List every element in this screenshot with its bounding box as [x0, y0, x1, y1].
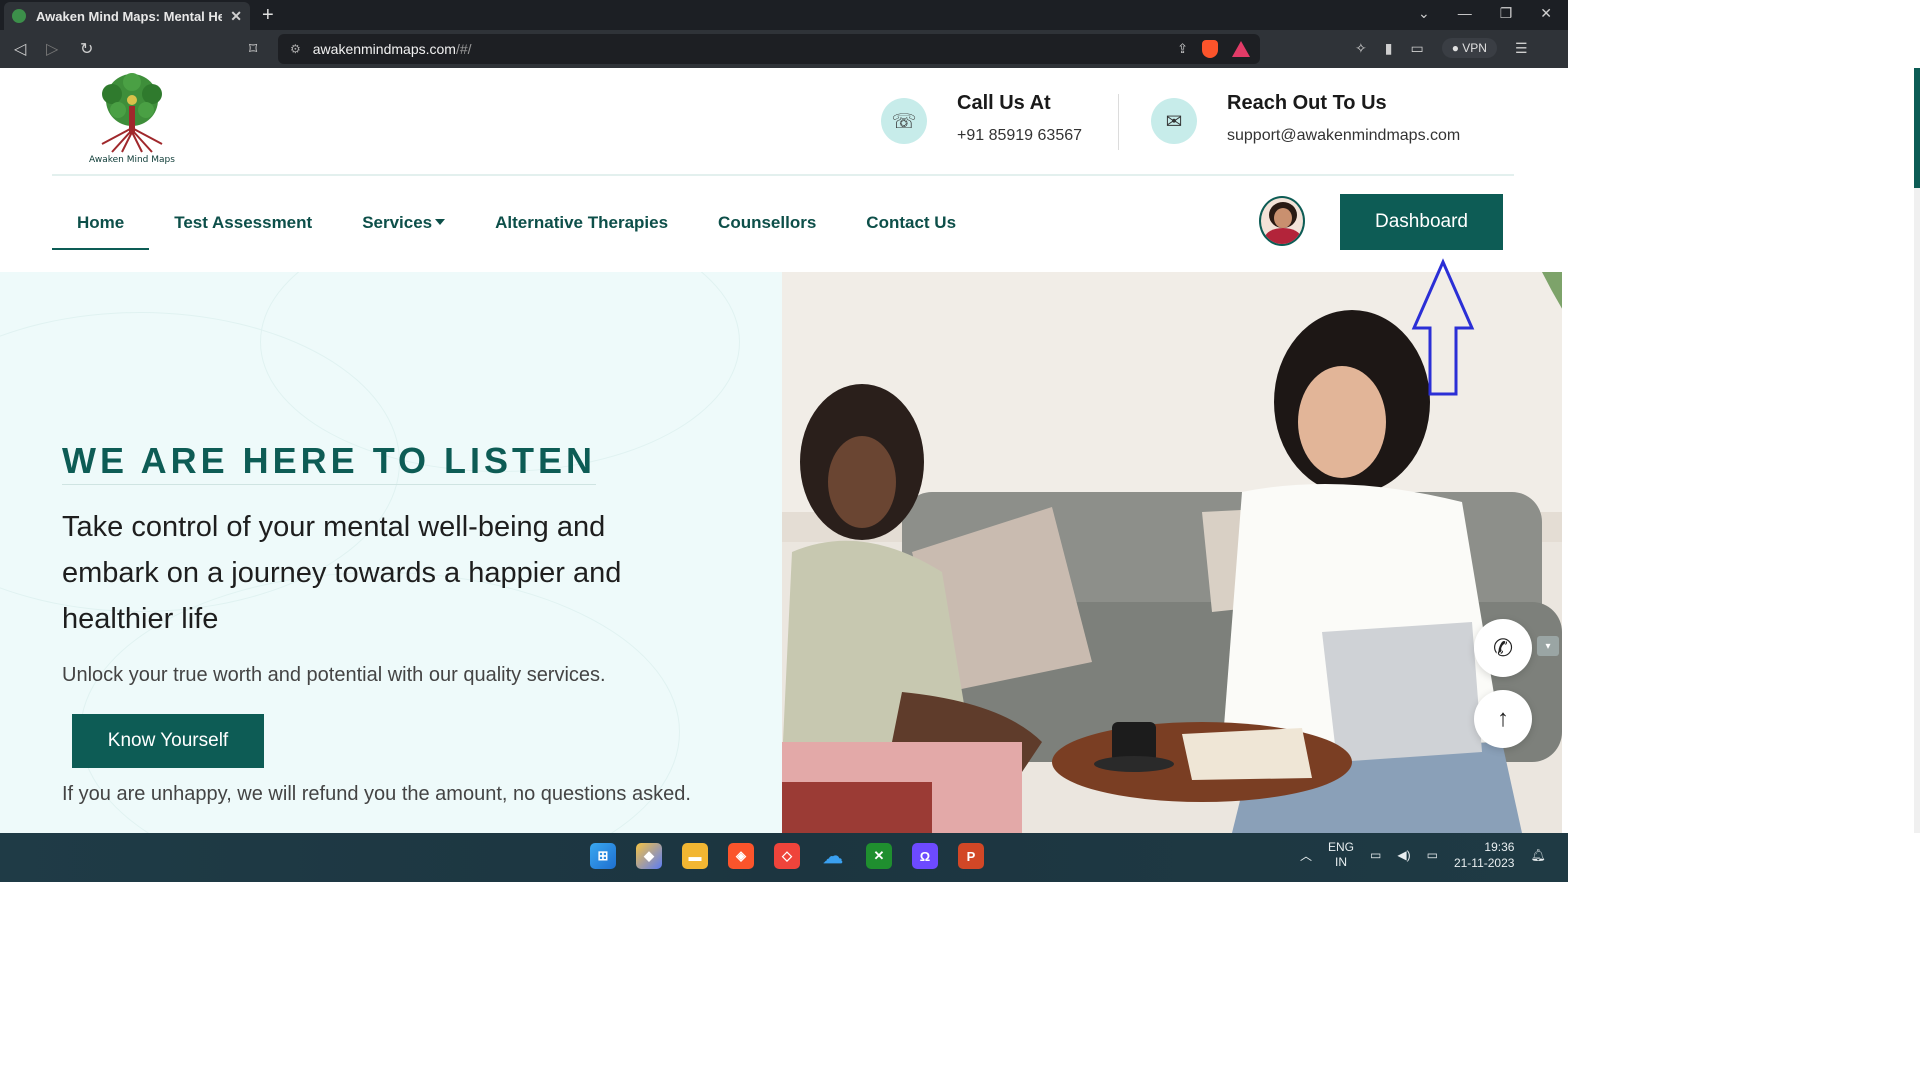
reach-out-title: Reach Out To Us — [1227, 92, 1387, 114]
url-host: awakenmindmaps.com — [312, 41, 456, 57]
page-scrollbar[interactable] — [1914, 68, 1920, 833]
dashboard-button[interactable]: Dashboard — [1340, 194, 1503, 250]
notification-bell-icon[interactable]: 🔔︎ — [1530, 848, 1545, 862]
wallet-icon[interactable]: ▭ — [1410, 40, 1423, 57]
taskbar: ⊞ ◆ ▬ ◈ ◇ ☁ ✕ Ω P ︿ ENG IN ▭ ◀) ▭ 19:36 … — [0, 833, 1568, 882]
phone-icon: ☏ — [881, 98, 927, 144]
volume-icon[interactable]: ◀) — [1397, 848, 1410, 862]
powerpoint-icon[interactable]: P — [958, 843, 984, 869]
user-avatar[interactable] — [1259, 196, 1305, 246]
nav-contact-us[interactable]: Contact Us — [841, 198, 981, 250]
language-indicator[interactable]: ENG IN — [1328, 840, 1354, 870]
hero-heading: WE ARE HERE TO LISTEN — [62, 440, 597, 485]
logo-text: Awaken Mind Maps — [89, 155, 175, 165]
call-us-block: ☏ Call Us At +91 85919 63567 — [881, 92, 1082, 145]
site-favicon-icon — [12, 9, 26, 23]
back-icon[interactable]: ◁ — [14, 39, 26, 59]
proton-icon[interactable]: Ω — [912, 843, 938, 869]
restore-icon[interactable]: ❐ — [1500, 5, 1513, 22]
lang-bottom: IN — [1335, 855, 1348, 869]
tree-logo-icon — [101, 73, 163, 153]
close-window-icon[interactable]: ✕ — [1540, 5, 1552, 22]
header-divider — [52, 174, 1514, 176]
extensions-icon[interactable]: ✧ — [1355, 40, 1367, 57]
lang-top: ENG — [1328, 840, 1355, 854]
hero-description: Unlock your true worth and potential wit… — [62, 664, 606, 686]
support-email[interactable]: support@awakenmindmaps.com — [1227, 127, 1460, 145]
call-us-title: Call Us At — [957, 92, 1051, 114]
web-page: Awaken Mind Maps ☏ Call Us At +91 85919 … — [0, 68, 1562, 833]
know-yourself-button[interactable]: Know Yourself — [72, 714, 264, 768]
phone-number[interactable]: +91 85919 63567 — [957, 127, 1082, 145]
mail-icon: ✉ — [1151, 98, 1197, 144]
url-path: /#/ — [455, 41, 472, 57]
anydesk-icon[interactable]: ◇ — [774, 843, 800, 869]
xbox-icon[interactable]: ✕ — [866, 843, 892, 869]
brave-browser-icon[interactable]: ◈ — [728, 843, 754, 869]
vpn-label: VPN — [1462, 41, 1487, 55]
tab-title: Awaken Mind Maps: Mental Heal — [36, 8, 223, 24]
brave-rewards-icon[interactable] — [1232, 41, 1250, 57]
tab-list-chevron-icon[interactable]: ⌄ — [1418, 5, 1430, 22]
site-logo[interactable]: Awaken Mind Maps — [80, 72, 184, 168]
whatsapp-icon: ✆ — [1492, 634, 1514, 662]
onedrive-icon[interactable]: ☁ — [820, 843, 846, 869]
nav-home[interactable]: Home — [52, 198, 150, 250]
url-bar[interactable]: ⚙ awakenmindmaps.com /#/ ⇪ — [278, 34, 1260, 64]
file-explorer-icon[interactable]: ▬ — [682, 843, 708, 869]
chat-widget-icon[interactable]: ▾ — [1537, 636, 1559, 656]
scroll-to-top-button[interactable]: ↑ — [1474, 690, 1532, 748]
bookmark-icon[interactable]: ⌑ — [249, 39, 257, 59]
menu-icon[interactable]: ☰ — [1515, 40, 1528, 57]
site-settings-icon[interactable]: ⚙ — [290, 42, 301, 56]
window-controls: ⌄ — ❐ ✕ — [1418, 5, 1552, 22]
reach-out-block: ✉ Reach Out To Us support@awakenmindmaps… — [1151, 92, 1460, 145]
start-icon[interactable]: ⊞ — [590, 843, 616, 869]
network-icon[interactable]: ▭ — [1370, 848, 1381, 862]
refund-note: If you are unhappy, we will refund you t… — [62, 783, 691, 805]
clock-time: 19:36 — [1484, 840, 1515, 854]
caret-down-icon — [435, 218, 446, 225]
tray-chevron-icon[interactable]: ︿ — [1300, 847, 1312, 864]
main-nav: Home Test Assessment Services Alternativ… — [52, 198, 981, 250]
brave-shields-icon[interactable] — [1202, 40, 1218, 58]
battery-icon[interactable]: ▭ — [1427, 848, 1438, 862]
browser-toolbar: ◁ ▷ ↻ ⌑ ⚙ awakenmindmaps.com /#/ ⇪ ✧ ▮ ▭… — [0, 30, 1568, 68]
hero-subheading: Take control of your mental well-being a… — [62, 511, 622, 635]
copilot-icon[interactable]: ◆ — [636, 843, 662, 869]
new-tab-button[interactable]: + — [262, 4, 274, 27]
share-icon[interactable]: ⇪ — [1177, 41, 1188, 57]
nav-alternative-therapies[interactable]: Alternative Therapies — [470, 198, 693, 250]
arrow-up-icon: ↑ — [1497, 705, 1509, 732]
forward-icon[interactable]: ▷ — [46, 39, 58, 59]
hero-section: WE ARE HERE TO LISTEN Take control of yo… — [0, 272, 782, 833]
minimize-icon[interactable]: — — [1458, 5, 1472, 22]
clock-date: 21-11-2023 — [1453, 856, 1515, 870]
whatsapp-button[interactable]: ✆ — [1474, 619, 1532, 677]
nav-counsellors[interactable]: Counsellors — [693, 198, 841, 250]
browser-tab-bar: Awaken Mind Maps: Mental Heal ✕ + ⌄ — ❐ … — [0, 0, 1568, 30]
reload-icon[interactable]: ↻ — [80, 39, 93, 59]
contact-divider — [1118, 94, 1119, 150]
browser-tab[interactable]: Awaken Mind Maps: Mental Heal ✕ — [4, 2, 250, 30]
nav-services[interactable]: Services — [337, 198, 470, 250]
vpn-button[interactable]: ● VPN — [1441, 38, 1497, 58]
nav-test-assessment[interactable]: Test Assessment — [149, 198, 337, 250]
sidebar-icon[interactable]: ▮ — [1385, 40, 1393, 57]
annotation-arrow-icon — [1411, 258, 1475, 396]
clock[interactable]: 19:36 21-11-2023 — [1454, 839, 1515, 871]
close-tab-icon[interactable]: ✕ — [230, 8, 242, 25]
nav-services-label: Services — [362, 213, 433, 232]
